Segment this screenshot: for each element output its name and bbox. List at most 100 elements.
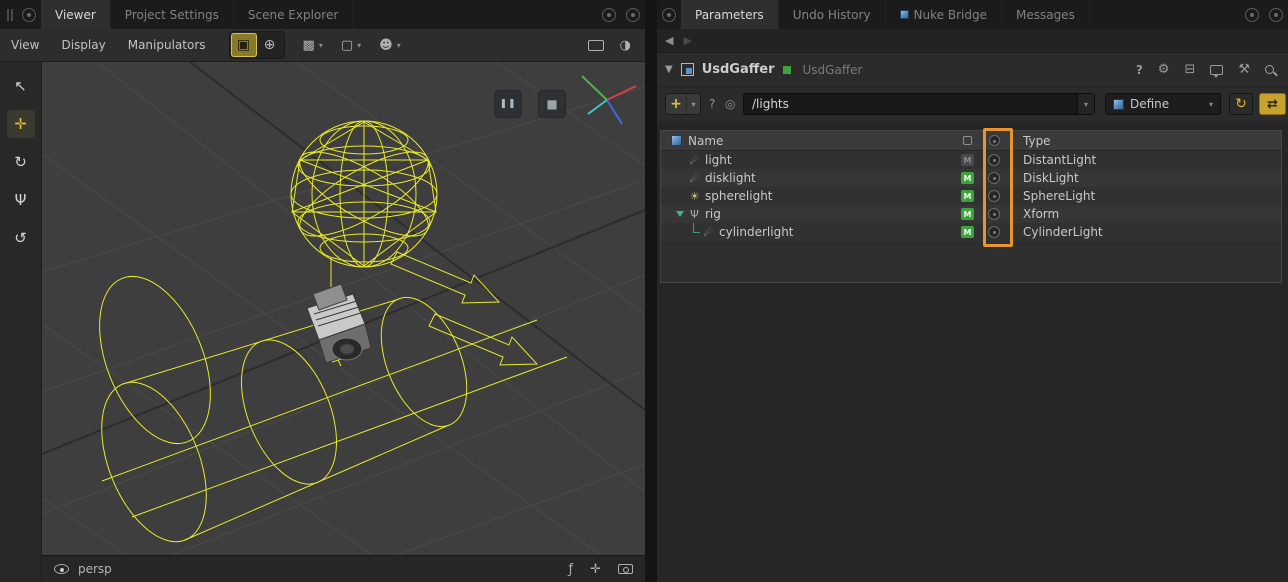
mute-badge[interactable]: M <box>961 226 974 238</box>
viewer-pane: Viewer Project Settings Scene Explorer V… <box>0 0 645 582</box>
pan-icon[interactable]: ✛ <box>590 562 601 577</box>
table-row[interactable]: ☄ disklight M DiskLight <box>661 169 1281 187</box>
prim-path-value: /lights <box>752 97 789 111</box>
solo-toggle-icon[interactable] <box>988 208 1000 220</box>
tab-viewer[interactable]: Viewer <box>41 0 111 29</box>
mute-badge[interactable]: M <box>961 208 974 220</box>
table-row[interactable]: ☄ light M DistantLight <box>661 151 1281 169</box>
3d-viewport[interactable]: ❚❚ ■ <box>42 62 645 555</box>
tab-label: Viewer <box>55 8 96 22</box>
float-pane-icon[interactable] <box>602 8 616 22</box>
pane-grip-icon[interactable] <box>7 9 13 21</box>
viewer-mode-group: ▣ ⊕ <box>229 31 285 59</box>
search-icon[interactable] <box>1265 65 1274 74</box>
pane-window-buttons <box>597 0 645 29</box>
close-pane-icon[interactable] <box>1269 8 1283 22</box>
exposure-icon[interactable]: ƒ <box>569 562 574 577</box>
camera-icon[interactable] <box>618 564 633 574</box>
tab-undo-history[interactable]: Undo History <box>779 0 886 29</box>
nav-back-icon[interactable]: ◀ <box>665 34 673 47</box>
tab-nuke-bridge[interactable]: Nuke Bridge <box>886 0 1002 29</box>
tab-label: Messages <box>1016 8 1075 22</box>
expander-spacer <box>673 169 687 187</box>
solo-toggle-icon[interactable] <box>988 226 1000 238</box>
float-pane-icon[interactable] <box>1245 8 1259 22</box>
nav-forward-icon[interactable]: ▶ <box>683 34 691 47</box>
expand-collapse-icon[interactable] <box>673 205 687 223</box>
select-tool-icon[interactable]: ↖ <box>7 72 35 100</box>
camera-person-dropdown[interactable]: ☻ ▾ <box>379 38 401 53</box>
refresh-button[interactable]: ↻ <box>1229 93 1253 115</box>
mute-badge[interactable]: M <box>961 172 974 184</box>
prim-type: CylinderLight <box>1009 225 1281 239</box>
visibility-eye-icon[interactable] <box>54 564 69 574</box>
prim-type: Xform <box>1009 207 1281 221</box>
prim-name: spherelight <box>705 189 773 203</box>
globe-mode-icon[interactable]: ⊕ <box>257 33 283 57</box>
mute-badge[interactable]: M <box>961 190 974 202</box>
mute-badge[interactable]: M <box>961 154 974 166</box>
collapse-node-icon[interactable]: ▼ <box>665 64 673 75</box>
node-state-badge <box>783 66 791 74</box>
3d-cube-mode-icon[interactable]: ▣ <box>231 33 257 57</box>
target-icon[interactable]: ◎ <box>725 97 735 111</box>
type-column-header: Type <box>1009 134 1281 148</box>
define-mode-dropdown[interactable]: Define ▾ <box>1105 93 1221 115</box>
path-dropdown-icon[interactable]: ▾ <box>1077 94 1094 114</box>
prim-type: SphereLight <box>1009 189 1281 203</box>
chevron-down-icon: ▾ <box>319 41 323 50</box>
solo-toggle-icon[interactable] <box>988 190 1000 202</box>
display-output-icon[interactable] <box>588 40 604 51</box>
tab-scene-explorer[interactable]: Scene Explorer <box>234 0 353 29</box>
close-pane-icon[interactable] <box>626 8 640 22</box>
wrench-icon[interactable]: ⚒ <box>1238 62 1250 77</box>
sync-button[interactable]: ⇄ <box>1259 93 1286 115</box>
add-light-button[interactable]: + ▾ <box>665 93 701 115</box>
prim-path-input[interactable]: /lights ▾ <box>743 93 1095 115</box>
prim-name: light <box>705 153 732 167</box>
solo-toggle-icon[interactable] <box>988 154 1000 166</box>
translate-tool-icon[interactable]: ✛ <box>7 110 35 138</box>
prim-type: DiskLight <box>1009 171 1281 185</box>
menu-display[interactable]: Display <box>50 38 116 52</box>
solo-toggle-icon[interactable] <box>988 172 1000 184</box>
parameters-pane: Parameters Undo History Nuke Bridge Mess… <box>657 0 1288 582</box>
slate-icon[interactable]: ⊟ <box>1184 62 1195 77</box>
solo-column-header-icon <box>989 135 1000 146</box>
camera-name-label[interactable]: persp <box>78 562 112 576</box>
snapshot-icon[interactable]: ◑ <box>620 38 631 53</box>
node-header: ▼ UsdGaffer UsdGaffer ? ⚙ ⊟ ⚒ <box>657 53 1288 87</box>
distant-light-icon: ☄ <box>687 154 702 167</box>
table-row[interactable]: ☀ spherelight M SphereLight <box>661 187 1281 205</box>
parameters-tabbar: Parameters Undo History Nuke Bridge Mess… <box>657 0 1288 29</box>
chat-icon[interactable] <box>1210 65 1223 75</box>
pane-window-buttons <box>1240 0 1288 29</box>
rotate-tool-icon[interactable]: ↻ <box>7 148 35 176</box>
shading-mode-dropdown[interactable]: ▩ ▾ <box>303 38 323 53</box>
help-icon[interactable]: ? <box>709 97 715 111</box>
viewer-toolbar-right: ◑ <box>588 38 645 53</box>
joint-tool-icon[interactable]: Ψ <box>7 186 35 214</box>
table-header: Name Type <box>661 131 1281 151</box>
gear-icon[interactable]: ⚙ <box>1158 62 1170 77</box>
tab-messages[interactable]: Messages <box>1002 0 1090 29</box>
pane-menu-icon[interactable] <box>22 8 36 22</box>
menu-view[interactable]: View <box>0 38 50 52</box>
tab-project-settings[interactable]: Project Settings <box>111 0 234 29</box>
axis-gizmo <box>582 76 636 124</box>
table-row[interactable]: Ψ rig M Xform <box>661 205 1281 223</box>
menu-manipulators[interactable]: Manipulators <box>117 38 217 52</box>
selection-marquee-dropdown[interactable]: ▢ ▾ <box>341 38 361 53</box>
pane-menu-icon[interactable] <box>662 8 676 22</box>
table-row[interactable]: ☄ cylinderlight M CylinderLight <box>661 223 1281 241</box>
tab-label: Parameters <box>695 8 764 22</box>
help-icon[interactable]: ? <box>1136 63 1143 77</box>
viewer-toolbar: View Display Manipulators ▣ ⊕ ▩ ▾ ▢ ▾ ☻ … <box>0 29 645 62</box>
pause-button[interactable]: ❚❚ <box>494 90 522 118</box>
orbit-tool-icon[interactable]: ↺ <box>7 224 35 252</box>
pane-divider[interactable] <box>645 0 657 582</box>
stop-button[interactable]: ■ <box>538 90 566 118</box>
shading-mode-icon: ▩ <box>303 38 315 53</box>
tab-parameters[interactable]: Parameters <box>681 0 779 29</box>
prim-name: disklight <box>705 171 756 185</box>
